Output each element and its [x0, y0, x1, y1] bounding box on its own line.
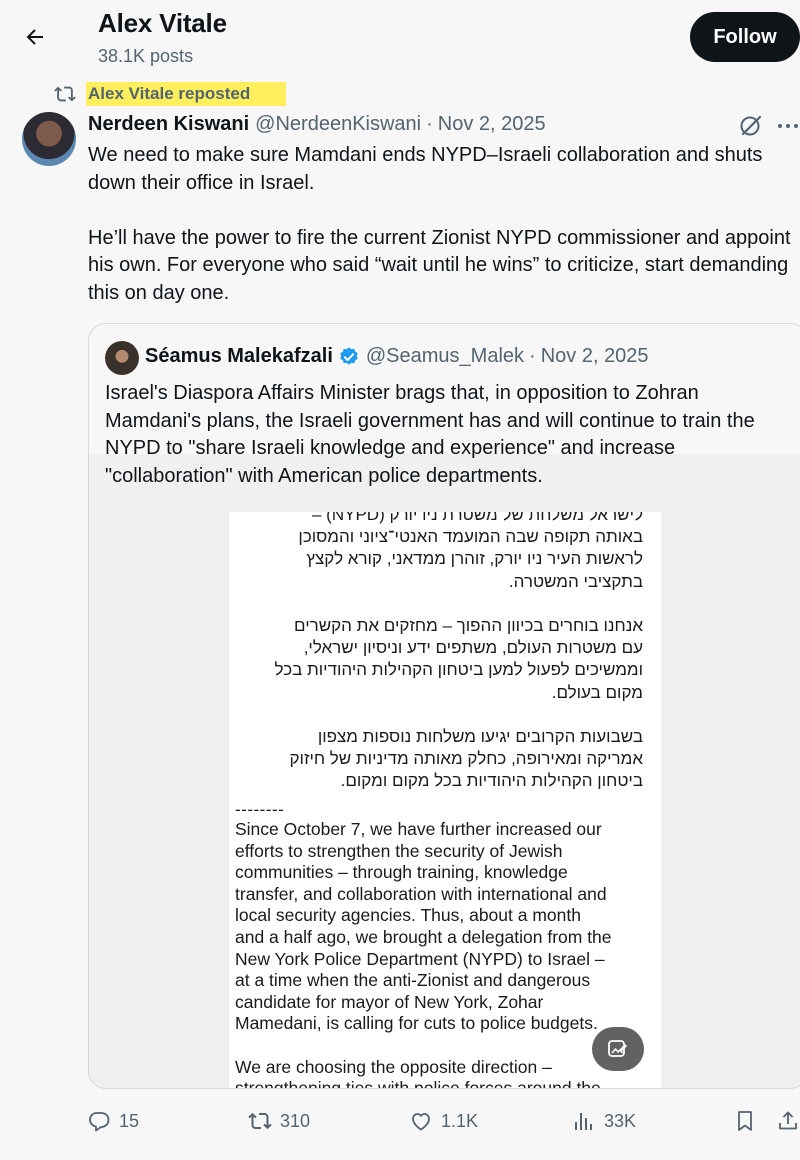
author-handle[interactable]: @NerdeenKiswani [255, 113, 421, 136]
quoted-tweet[interactable]: Séamus Malekafzali @Seamus_Malek · Nov 2… [88, 323, 800, 1089]
quote-image[interactable]: לישראל משלחת של משטרת ניו יורק (NYPD) – … [229, 512, 661, 1088]
image-description-button[interactable] [592, 1027, 644, 1071]
tweet-body: We need to make sure Mamdani ends NYPD–I… [88, 142, 800, 307]
post-count: 38.1K posts [98, 46, 194, 66]
quote-author-handle: @Seamus_Malek [365, 345, 525, 367]
reply-button[interactable]: 15 [87, 1100, 139, 1142]
tweet-paragraph: He’ll have the power to fire the current… [88, 226, 791, 304]
tweet-paragraph: We need to make sure Mamdani ends NYPD–I… [88, 144, 763, 194]
separator: · [426, 113, 433, 135]
follow-button[interactable]: Follow [690, 12, 800, 62]
repost-icon [248, 1112, 272, 1130]
reply-icon [89, 1112, 110, 1132]
repost-label[interactable]: Alex Vitale reposted [86, 82, 287, 106]
verified-badge-icon [338, 346, 360, 368]
profile-header: Alex Vitale 38.1K posts Follow [0, 0, 800, 75]
profile-name: Alex Vitale [98, 8, 227, 38]
like-count: 1.1K [441, 1110, 479, 1131]
quote-date: Nov 2, 2025 [540, 345, 649, 367]
heart-icon [412, 1113, 430, 1131]
quote-body: Israel's Diaspora Affairs Minister brags… [105, 382, 755, 487]
repost-indicator: Alex Vitale reposted [54, 82, 287, 106]
tweet-date[interactable]: Nov 2, 2025 [438, 113, 546, 136]
separator: · [529, 345, 536, 367]
views-button[interactable]: 33K [572, 1100, 636, 1142]
avatar[interactable] [22, 112, 76, 166]
bookmark-icon [738, 1111, 752, 1131]
action-bar: 15 310 1.1K 33K [0, 1100, 800, 1142]
share-icon [779, 1111, 797, 1130]
reply-count: 15 [119, 1110, 140, 1131]
repost-button[interactable]: 310 [248, 1100, 310, 1142]
tweet-header: Nerdeen Kiswani @NerdeenKiswani · Nov 2,… [88, 113, 546, 136]
bookmark-button[interactable] [733, 1100, 757, 1142]
image-description-icon [608, 1040, 627, 1057]
back-button[interactable] [18, 20, 52, 54]
grok-icon[interactable] [738, 113, 764, 139]
arrow-left-icon [26, 29, 43, 45]
image-hebrew-text: לישראל משלחת של משטרת ניו יורק (NYPD) – … [274, 512, 643, 791]
repost-icon [54, 82, 78, 106]
view-count: 33K [604, 1110, 637, 1131]
quote-header: Séamus Malekafzali @Seamus_Malek · Nov 2… [145, 345, 649, 368]
quote-avatar [105, 341, 139, 375]
like-button[interactable]: 1.1K [409, 1100, 478, 1142]
more-icon[interactable] [776, 113, 800, 139]
repost-count: 310 [280, 1110, 311, 1131]
author-name[interactable]: Nerdeen Kiswani [88, 113, 249, 136]
views-icon [575, 1113, 592, 1130]
image-divider: -------- [235, 800, 285, 819]
quote-author-name: Séamus Malekafzali [145, 345, 333, 367]
share-button[interactable] [776, 1100, 800, 1142]
